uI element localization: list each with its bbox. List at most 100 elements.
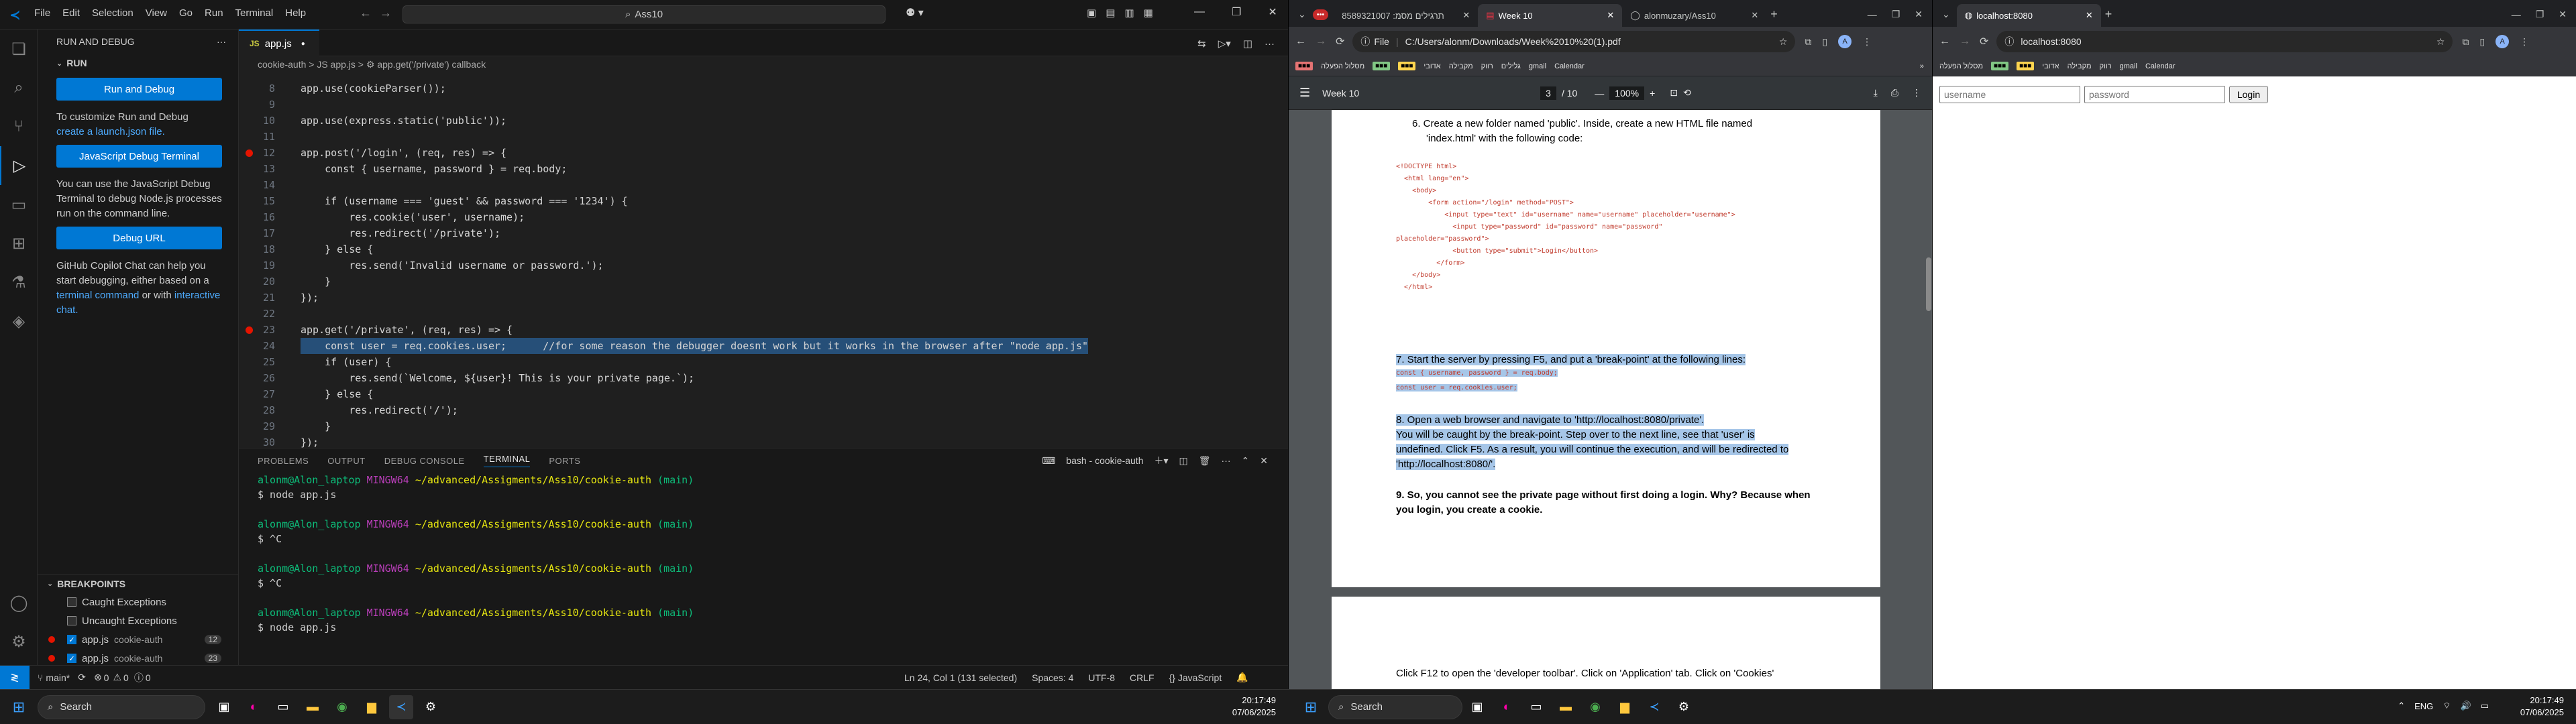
docker-icon[interactable]: ◈ bbox=[0, 302, 38, 341]
remote-indicator-icon[interactable]: ≷ bbox=[0, 665, 30, 690]
wifi-icon[interactable]: ⌔ bbox=[2443, 701, 2451, 711]
bookmark-tag[interactable]: ■■■ bbox=[1398, 62, 1416, 70]
code-line[interactable]: 30}); bbox=[239, 434, 1288, 448]
code-line[interactable]: 8 app.use(cookieParser()); bbox=[239, 80, 1288, 97]
battery-icon[interactable]: ▭ bbox=[2481, 701, 2489, 711]
kill-terminal-icon[interactable]: 🗑 bbox=[1199, 455, 1211, 467]
task-view-icon[interactable]: ▣ bbox=[1465, 695, 1489, 719]
fit-page-icon[interactable]: ⊡ bbox=[1670, 87, 1678, 99]
run-debug-icon[interactable]: ▷ bbox=[0, 146, 38, 185]
terminal-app-icon[interactable]: ▭ bbox=[1524, 695, 1548, 719]
menu-item-go[interactable]: Go bbox=[173, 7, 199, 19]
code-line[interactable]: 17 res.redirect('/private'); bbox=[239, 225, 1288, 241]
menu-item-file[interactable]: File bbox=[28, 7, 56, 19]
close-tab-icon[interactable]: ✕ bbox=[1607, 10, 1614, 21]
tab-app-js[interactable]: JS app.js ● bbox=[239, 29, 319, 56]
task-view-icon[interactable]: ▣ bbox=[212, 695, 236, 719]
terminal-name[interactable]: bash - cookie-auth bbox=[1066, 455, 1143, 466]
command-center-search[interactable]: ⌕ Ass10 bbox=[402, 5, 885, 23]
tab-search-icon[interactable]: ⌄ bbox=[1298, 9, 1306, 20]
taskbar-search[interactable]: ⌕ Search bbox=[38, 695, 205, 719]
folder-icon[interactable]: ▆ bbox=[1613, 695, 1637, 719]
code-editor[interactable]: 8 app.use(cookieParser()); 9 10 app.use(expr… bbox=[239, 72, 1288, 448]
new-tab-icon[interactable]: + bbox=[1770, 7, 1778, 21]
chrome-tab[interactable]: 8589321007 :תרגילים מסמ ✕ bbox=[1334, 4, 1478, 27]
checkbox[interactable] bbox=[67, 597, 76, 607]
zoom-input[interactable]: 100% bbox=[1609, 86, 1645, 100]
print-icon[interactable]: ⎙ bbox=[1891, 87, 1898, 99]
explorer-icon[interactable]: ❏ bbox=[0, 29, 38, 68]
language-indicator[interactable]: ENG bbox=[2414, 701, 2433, 711]
maximize-icon[interactable]: ❐ bbox=[1232, 5, 1241, 19]
tab-output[interactable]: OUTPUT bbox=[327, 456, 365, 466]
minimize-icon[interactable]: — bbox=[1194, 6, 1205, 18]
layout-sidebar-icon[interactable]: ▣ bbox=[1087, 7, 1096, 19]
page-number-input[interactable]: 3 bbox=[1540, 86, 1556, 100]
bookmark-tag[interactable]: ■■■ bbox=[1991, 62, 2009, 70]
forward-arrow-icon[interactable]: → bbox=[1960, 36, 1970, 48]
windows-start-icon[interactable]: ⊞ bbox=[1299, 695, 1323, 719]
remote-explorer-icon[interactable]: ▭ bbox=[0, 185, 38, 224]
code-line[interactable]: 21}); bbox=[239, 290, 1288, 306]
back-arrow-icon[interactable]: ← bbox=[1295, 36, 1306, 48]
code-line[interactable]: 23 app.get('/private', (req, res) => { bbox=[239, 322, 1288, 338]
checkbox[interactable]: ✓ bbox=[67, 654, 76, 663]
back-arrow-icon[interactable]: ← bbox=[1939, 36, 1950, 48]
code-line[interactable]: 29 } bbox=[239, 418, 1288, 434]
address-bar[interactable]: ⓘ File | C:/Users/alonm/Downloads/Week%2… bbox=[1352, 31, 1796, 52]
back-arrow-icon[interactable]: ← bbox=[360, 6, 372, 20]
avatar[interactable]: A bbox=[2496, 35, 2510, 48]
breakpoint-item[interactable]: ✓ app.js cookie-auth 12 bbox=[38, 630, 239, 649]
split-editor-icon[interactable]: ◫ bbox=[1243, 38, 1252, 50]
code-line[interactable]: 13 const { username, password } = req.bo… bbox=[239, 161, 1288, 177]
checkbox[interactable] bbox=[67, 616, 76, 625]
extensions-icon[interactable]: ⧉ bbox=[2462, 36, 2469, 48]
more-bookmarks-icon[interactable]: » bbox=[1920, 62, 1924, 70]
code-line[interactable]: 20 } bbox=[239, 274, 1288, 290]
bookmark-tag[interactable]: ■■■ bbox=[2017, 62, 2035, 70]
terminal-app-icon[interactable]: ▭ bbox=[271, 695, 295, 719]
code-line[interactable]: 12 app.post('/login', (req, res) => { bbox=[239, 145, 1288, 161]
more-actions-icon[interactable]: ··· bbox=[1265, 38, 1275, 50]
bookmark-item[interactable]: Calendar bbox=[2145, 62, 2176, 70]
maximize-icon[interactable]: ❐ bbox=[1892, 9, 1900, 20]
close-tab-icon[interactable]: ✕ bbox=[1751, 10, 1758, 21]
password-input[interactable]: password bbox=[2084, 86, 2225, 103]
login-button[interactable]: Login bbox=[2229, 86, 2268, 103]
close-panel-icon[interactable]: ✕ bbox=[1260, 455, 1268, 467]
code-line[interactable]: 18 } else { bbox=[239, 241, 1288, 257]
extensions-icon[interactable]: ⊞ bbox=[0, 224, 38, 263]
reload-icon[interactable]: ⟳ bbox=[1980, 35, 1988, 48]
indentation[interactable]: Spaces: 4 bbox=[1032, 672, 1073, 683]
menu-item-run[interactable]: Run bbox=[199, 7, 229, 19]
code-line[interactable]: 28 res.redirect('/'); bbox=[239, 402, 1288, 418]
breakpoint-item[interactable]: Uncaught Exceptions bbox=[38, 611, 239, 630]
volume-icon[interactable]: 🔊 bbox=[2461, 701, 2471, 711]
language-mode[interactable]: {} JavaScript bbox=[1169, 672, 1222, 683]
breakpoint-item[interactable]: Caught Exceptions bbox=[38, 593, 239, 611]
code-line[interactable]: 26 res.send(`Welcome, ${user}! This is y… bbox=[239, 370, 1288, 386]
code-line[interactable]: 25 if (user) { bbox=[239, 354, 1288, 370]
forward-arrow-icon[interactable]: → bbox=[380, 6, 392, 20]
download-icon[interactable]: ⤓ bbox=[1874, 87, 1878, 99]
bookmark-item[interactable]: מסלול הפעלה bbox=[1321, 62, 1364, 70]
folder-icon[interactable]: ▆ bbox=[360, 695, 384, 719]
vscode-app-icon[interactable]: ≺ bbox=[389, 695, 413, 719]
close-tab-icon[interactable]: ✕ bbox=[2086, 10, 2093, 21]
scrollbar-thumb[interactable] bbox=[1926, 257, 1931, 311]
copilot-app-icon[interactable]: ◐ bbox=[241, 695, 266, 719]
zoom-in-icon[interactable]: + bbox=[1650, 88, 1655, 99]
bookmark-item[interactable]: אדובי bbox=[2042, 62, 2059, 70]
code-line[interactable]: 10 app.use(express.static('public')); bbox=[239, 113, 1288, 129]
bookmark-item[interactable]: מקבילה bbox=[2068, 62, 2092, 70]
encoding[interactable]: UTF-8 bbox=[1088, 672, 1115, 683]
manage-gear-icon[interactable]: ⚙ bbox=[0, 622, 38, 661]
maximize-panel-icon[interactable]: ⌃ bbox=[1242, 455, 1250, 467]
minimize-icon[interactable]: — bbox=[1868, 9, 1877, 20]
taskbar-clock[interactable]: 20:17:49 07/06/2025 bbox=[2520, 695, 2564, 719]
split-terminal-icon[interactable]: ◫ bbox=[1179, 455, 1188, 467]
address-bar[interactable]: ⓘ localhost:8080 ☆ bbox=[1996, 31, 2453, 52]
windows-start-icon[interactable]: ⊞ bbox=[7, 695, 31, 719]
customize-layout-icon[interactable]: ▦ bbox=[1144, 7, 1153, 19]
bookmark-item[interactable]: מסלול הפעלה bbox=[1939, 62, 1983, 70]
